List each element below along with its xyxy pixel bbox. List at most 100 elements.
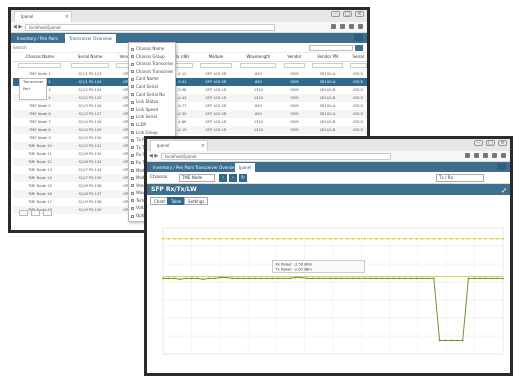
column-chooser-item[interactable]: Chassis Transceiver Out (131, 68, 173, 76)
column-header[interactable]: Chassis Name (13, 53, 67, 62)
address-bar[interactable]: localhost/ipanel (161, 153, 391, 160)
refresh-button[interactable]: ↻ (239, 174, 247, 182)
column-header[interactable]: Vendor (281, 53, 308, 62)
checkbox-icon[interactable] (131, 176, 134, 180)
checkbox-icon[interactable] (131, 108, 134, 112)
column-chooser-item[interactable]: Link Speed (131, 106, 173, 114)
tab-table[interactable]: Table (167, 197, 186, 205)
checkbox-icon[interactable] (131, 93, 134, 97)
checkbox-icon[interactable] (131, 206, 134, 210)
maximize-icon[interactable]: □ (486, 140, 495, 146)
close-icon[interactable]: × (65, 12, 69, 22)
column-chooser-item[interactable]: LLDP (131, 121, 173, 129)
column-chooser-item[interactable]: Link Status (131, 98, 173, 106)
checkbox-icon[interactable] (131, 123, 134, 127)
prev-button[interactable]: ‹ (219, 174, 227, 182)
tab-inventory[interactable]: Inventory / Pen Pairs (13, 34, 62, 43)
column-header[interactable]: Wavelength (235, 53, 282, 62)
close-window-icon[interactable]: × (355, 11, 364, 17)
tab-settings[interactable]: Settings (184, 197, 209, 205)
column-chooser-item[interactable]: Chassis Transceiver In (131, 60, 173, 68)
first-page-button[interactable] (19, 210, 28, 216)
column-filter-input[interactable] (240, 62, 277, 68)
table-row[interactable]: TME Node 3S/1/2 P0.124GPL-2.71-3.98SFP 1… (13, 86, 367, 94)
column-chooser-item[interactable]: Chassis Name (131, 45, 173, 53)
table-row[interactable]: TME Node 4S/1/2 P0.125GPL-2.20-4.43SFP 1… (13, 94, 367, 102)
chassis-select[interactable]: TME Node (179, 174, 215, 182)
maximize-icon[interactable]: □ (343, 11, 352, 17)
column-chooser-item[interactable]: Card Serial No (131, 91, 173, 99)
column-chooser-item[interactable]: Card Name (131, 75, 173, 83)
column-filter-input[interactable] (349, 62, 367, 68)
column-filter-input[interactable] (283, 62, 306, 68)
shield-icon[interactable] (492, 153, 497, 158)
minimize-icon[interactable]: – (331, 11, 340, 17)
hamburger-icon[interactable] (497, 163, 506, 170)
table-row[interactable]: TME Node 5S/1/3 P0.126GPL-2.39-4.77SFP 1… (13, 102, 367, 110)
column-header[interactable]: Vendor PN (307, 53, 348, 62)
checkbox-icon[interactable] (131, 131, 134, 135)
close-icon[interactable]: × (201, 141, 205, 151)
next-page-button[interactable] (43, 210, 52, 216)
context-menu-item[interactable]: Port (20, 86, 46, 93)
checkbox-icon[interactable] (131, 214, 134, 218)
home-icon[interactable] (483, 153, 488, 158)
tab-transceiver-overview[interactable]: Transceiver Overview (65, 34, 116, 43)
star-icon[interactable] (465, 153, 470, 158)
checkbox-icon[interactable] (131, 161, 134, 165)
column-chooser-item[interactable]: Chassis Group (131, 53, 173, 61)
minimize-icon[interactable]: – (474, 140, 483, 146)
star-icon[interactable] (331, 24, 336, 29)
checkbox-icon[interactable] (131, 153, 134, 157)
column-header[interactable]: Serial Name (66, 53, 114, 62)
checkbox-icon[interactable] (131, 47, 134, 51)
tab-ipanel[interactable]: Ipanel (235, 163, 256, 172)
checkbox-icon[interactable] (131, 191, 134, 195)
prev-page-button[interactable] (31, 210, 40, 216)
column-chooser-item[interactable]: Link Serial (131, 113, 173, 121)
checkbox-icon[interactable] (131, 146, 134, 150)
checkbox-icon[interactable] (131, 100, 134, 104)
column-filter-input[interactable] (71, 62, 109, 68)
close-window-icon[interactable]: × (498, 140, 507, 146)
checkbox-icon[interactable] (131, 169, 134, 172)
browser-tab[interactable]: Ipanel × (14, 11, 72, 22)
menu-icon[interactable] (501, 153, 506, 158)
home-icon[interactable] (349, 24, 354, 29)
address-bar[interactable]: localhost/ipanel (25, 24, 275, 31)
table-row[interactable]: TME Node 1S/1/1 P0.123GPL-2.87-4.12SFP 1… (13, 70, 367, 78)
metric-select[interactable]: Tx / Rx (436, 174, 484, 182)
checkbox-icon[interactable] (131, 55, 134, 59)
checkbox-icon[interactable] (131, 199, 134, 203)
column-header[interactable]: Serial (347, 53, 367, 62)
table-row[interactable]: TME Node 2S/1/1 P0.124GPL-2.54-5.01SFP 1… (13, 78, 367, 86)
checkbox-icon[interactable] (131, 115, 134, 119)
column-header[interactable]: Module (195, 53, 236, 62)
checkbox-icon[interactable] (131, 138, 134, 142)
menu-icon[interactable] (358, 24, 363, 29)
download-icon[interactable] (340, 24, 345, 29)
column-filter-input[interactable] (311, 62, 344, 68)
checkbox-icon[interactable] (131, 77, 134, 81)
hamburger-icon[interactable] (354, 34, 363, 41)
browser-tab[interactable]: Ipanel × (150, 140, 208, 151)
next-button[interactable]: › (229, 174, 237, 182)
table-row[interactable]: TME Node 6S/1/3 P0.127GPL-2.61-4.30SFP 1… (13, 110, 367, 118)
checkbox-icon[interactable] (131, 62, 134, 66)
column-filter-input[interactable] (199, 62, 232, 68)
back-arrow-icon[interactable]: ◀ ▶ (149, 153, 158, 159)
checkbox-icon[interactable] (131, 85, 134, 89)
column-chooser-item[interactable]: Link Group (131, 129, 173, 137)
checkbox-icon[interactable] (131, 184, 134, 188)
column-chooser-item[interactable]: Card Serial (131, 83, 173, 91)
table-row[interactable]: TME Node 8S/1/4 P0.129GPL-2.58-4.19SFP 1… (13, 126, 367, 134)
table-row[interactable]: TME Node 7S/1/4 P0.128GPL-2.45-4.86SFP 1… (13, 118, 367, 126)
search-input[interactable] (309, 45, 353, 51)
column-filter-input[interactable] (18, 62, 62, 68)
checkbox-icon[interactable] (131, 70, 134, 74)
search-button[interactable] (355, 45, 363, 51)
search-label: Search (13, 45, 27, 50)
download-icon[interactable] (474, 153, 479, 158)
back-arrow-icon[interactable]: ◀ ▶ (13, 24, 22, 30)
context-menu-item[interactable]: Transceiver (20, 79, 46, 86)
